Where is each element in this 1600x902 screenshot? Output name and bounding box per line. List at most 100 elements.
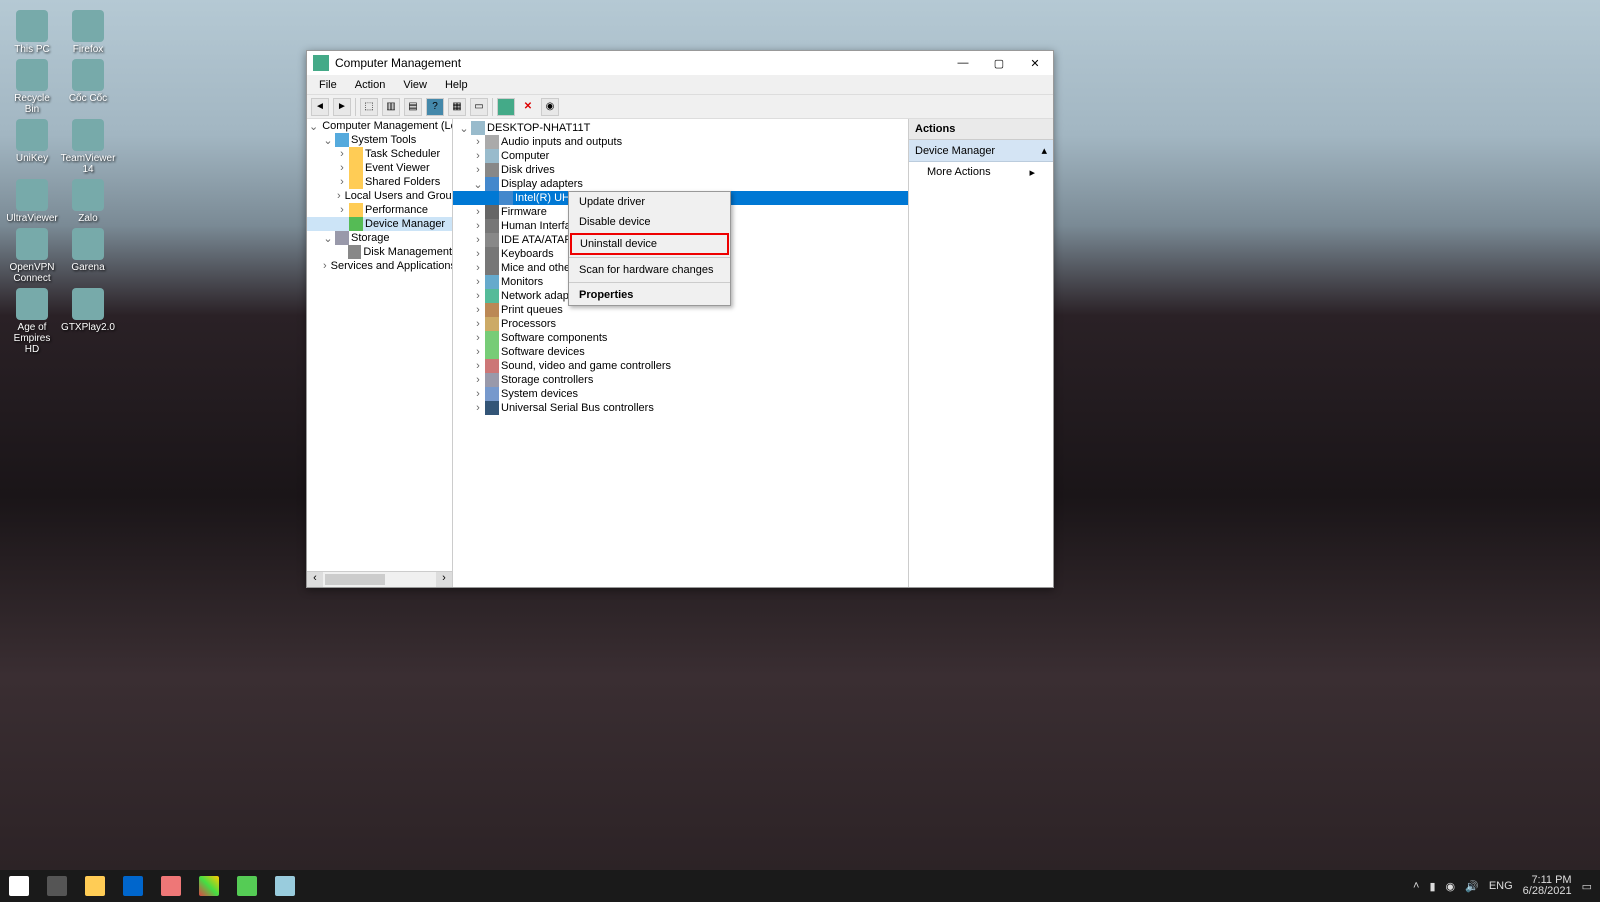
tree-item[interactable]: ›Computer [453,149,908,163]
close-button[interactable]: ✕ [1017,52,1053,74]
scan-button[interactable]: ◉ [541,98,559,116]
system-tray[interactable]: ˄ ▮ ◉ 🔊 ENG 7:11 PM 6/28/2021 ▭ [1413,875,1600,897]
tree-item[interactable]: ›Software devices [453,345,908,359]
expand-icon[interactable]: ⌄ [323,134,333,147]
desktop-icon[interactable]: Zalo [62,179,114,224]
expand-icon[interactable]: › [473,318,483,330]
start-button[interactable] [0,870,38,902]
tree-item[interactable]: ›Event Viewer [307,161,452,175]
volume-icon[interactable]: 🔊 [1465,880,1479,893]
desktop-icon[interactable]: OpenVPN Connect [6,228,58,284]
paint-button[interactable] [152,870,190,902]
monitor-button[interactable]: ▭ [470,98,488,116]
clock[interactable]: 7:11 PM 6/28/2021 [1523,875,1572,897]
desktop-icon[interactable]: Firefox [62,10,114,55]
tree-item[interactable]: ⌄Storage [307,231,452,245]
menu-help[interactable]: Help [437,77,476,93]
expand-icon[interactable]: › [337,176,347,188]
menu-disable-device[interactable]: Disable device [569,212,730,232]
expand-icon[interactable]: › [337,190,341,202]
expand-icon[interactable]: ⌄ [459,122,469,135]
menu-update-driver[interactable]: Update driver [569,192,730,212]
expand-icon[interactable]: › [473,290,483,302]
tree-item[interactable]: ›Local Users and Groups [307,189,452,203]
expand-icon[interactable]: › [337,162,347,174]
tree-item[interactable]: ›Task Scheduler [307,147,452,161]
disable-button[interactable]: ✕ [519,98,537,116]
help-button[interactable]: ? [426,98,444,116]
chrome-button[interactable] [190,870,228,902]
tray-chevron-icon[interactable]: ˄ [1413,880,1419,892]
back-button[interactable]: ◄ [311,98,329,116]
tree-item[interactable]: ›Services and Applications [307,259,452,273]
scroll-right-icon[interactable]: › [436,572,452,587]
tree-item[interactable]: ⌄System Tools [307,133,452,147]
expand-icon[interactable]: › [473,402,483,414]
maximize-button[interactable]: ▢ [981,52,1017,74]
computer-management-button[interactable] [266,870,304,902]
tree-item[interactable]: ›Processors [453,317,908,331]
show-hide-button[interactable]: ▥ [382,98,400,116]
expand-icon[interactable]: › [473,304,483,316]
expand-icon[interactable]: ⌄ [323,232,333,245]
tree-item[interactable]: ›Universal Serial Bus controllers [453,401,908,415]
expand-icon[interactable]: ⌄ [309,120,318,133]
titlebar[interactable]: Computer Management — ▢ ✕ [307,51,1053,75]
expand-icon[interactable]: › [473,136,483,148]
tree-item[interactable]: ›Storage controllers [453,373,908,387]
minimize-button[interactable]: — [945,52,981,74]
expand-icon[interactable]: › [473,346,483,358]
horizontal-scrollbar[interactable]: ‹ › [307,571,452,587]
expand-icon[interactable]: › [323,260,327,272]
expand-icon[interactable]: › [473,276,483,288]
battery-icon[interactable]: ▮ [1429,880,1435,893]
expand-icon[interactable]: › [337,148,347,160]
desktop-icon[interactable]: Garena [62,228,114,273]
expand-icon[interactable]: › [473,360,483,372]
desktop-icon[interactable]: Age of Empires HD [6,288,58,355]
scroll-thumb[interactable] [325,574,385,585]
desktop[interactable]: This PCFirefoxRecycle BinCốc CốcUniKeyTe… [0,0,1600,902]
menu-scan-for-hardware-changes[interactable]: Scan for hardware changes [569,260,730,280]
left-tree-pane[interactable]: ⌄Computer Management (Local⌄System Tools… [307,119,453,587]
wifi-icon[interactable]: ◉ [1446,880,1456,893]
desktop-icon[interactable]: TeamViewer 14 [62,119,114,175]
expand-icon[interactable]: › [473,206,483,218]
expand-icon[interactable]: › [473,164,483,176]
tree-item[interactable]: ›Disk drives [453,163,908,177]
more-actions-item[interactable]: More Actions ▸ [909,162,1053,183]
refresh-button[interactable]: ▦ [448,98,466,116]
properties-button[interactable]: ▤ [404,98,422,116]
taskbar[interactable]: ˄ ▮ ◉ 🔊 ENG 7:11 PM 6/28/2021 ▭ [0,870,1600,902]
up-button[interactable]: ⬚ [360,98,378,116]
expand-icon[interactable]: › [473,332,483,344]
outlook-button[interactable] [114,870,152,902]
menu-file[interactable]: File [311,77,345,93]
notifications-icon[interactable]: ▭ [1582,880,1592,893]
tree-item[interactable]: ⌄Computer Management (Local [307,119,452,133]
scroll-left-icon[interactable]: ‹ [307,572,323,587]
desktop-icon[interactable]: This PC [6,10,58,55]
desktop-icon[interactable]: Recycle Bin [6,59,58,115]
tree-item[interactable]: ›Sound, video and game controllers [453,359,908,373]
tree-item[interactable]: Device Manager [307,217,452,231]
expand-icon[interactable]: › [473,388,483,400]
tree-item[interactable]: ›Audio inputs and outputs [453,135,908,149]
tree-item[interactable]: ›Performance [307,203,452,217]
menu-properties[interactable]: Properties [569,285,730,305]
tree-item[interactable]: ›Shared Folders [307,175,452,189]
coccoc-button[interactable] [228,870,266,902]
menu-view[interactable]: View [395,77,435,93]
expand-icon[interactable]: › [473,150,483,162]
desktop-icon[interactable]: UniKey [6,119,58,164]
actions-category[interactable]: Device Manager ▴ [909,140,1053,162]
menu-uninstall-device[interactable]: Uninstall device [570,233,729,255]
tree-item[interactable]: ›Software components [453,331,908,345]
tree-item[interactable]: ›System devices [453,387,908,401]
tree-item[interactable]: Disk Management [307,245,452,259]
expand-icon[interactable]: › [473,374,483,386]
expand-icon[interactable]: › [473,234,483,246]
device-tree-pane[interactable]: ⌄DESKTOP-NHAT11T›Audio inputs and output… [453,119,909,587]
expand-icon[interactable]: ⌄ [473,178,483,191]
collapse-icon[interactable]: ▴ [1041,144,1047,157]
